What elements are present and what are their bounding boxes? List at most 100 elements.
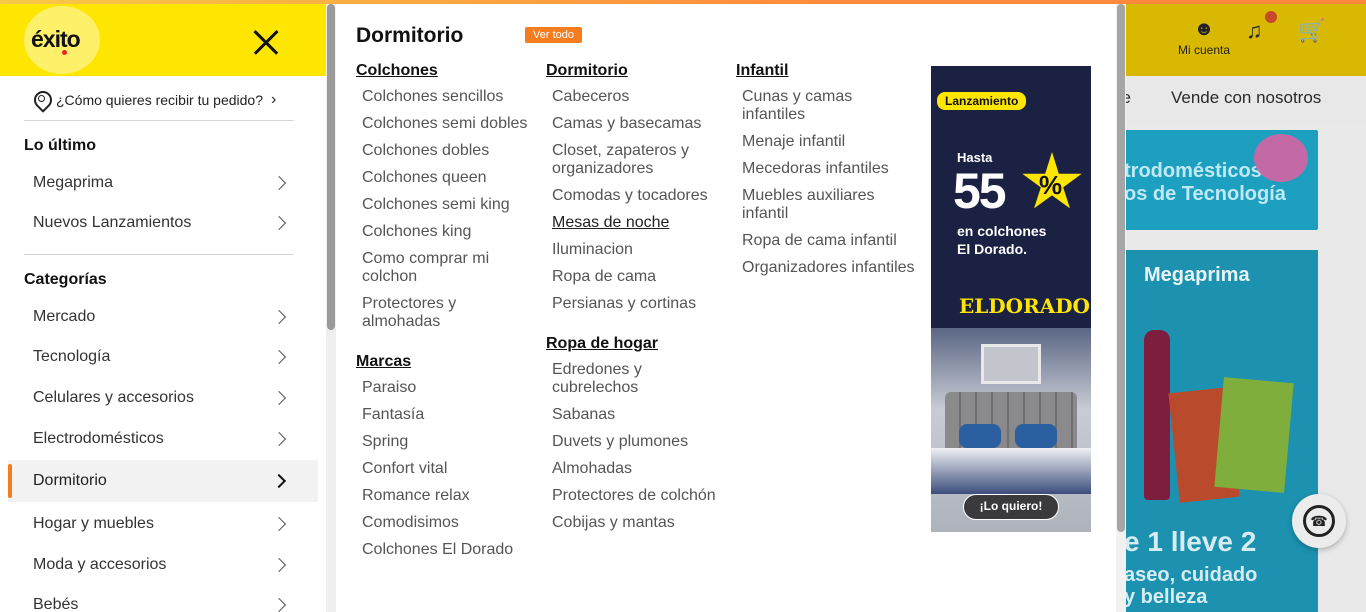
menu-link[interactable]: Colchones semi king [356,196,536,214]
menu-link[interactable]: Comodisimos [356,514,536,532]
menu-link[interactable]: Protectores y almohadas [356,295,536,331]
section-title-categories: Categorías [24,271,107,288]
menu-link[interactable]: Ropa de cama [546,268,726,286]
bell-icon[interactable]: ♫ [1246,18,1263,44]
chevron-right-icon [271,390,287,406]
menu-link[interactable]: Duvets y plumones [546,433,726,451]
eldorado-logo: ELDORADO [959,294,1090,318]
delivery-label: ¿Cómo quieres recibir tu pedido? [56,92,263,108]
wall-frame-image [981,344,1041,384]
banner2-promo: e 1 lleve 2 [1124,526,1257,557]
mattress-image [931,448,1091,494]
menu-column-3: Infantil Cunas y camas infantiles Menaje… [736,62,916,286]
menu-link[interactable]: Cunas y camas infantiles [736,88,916,124]
account-label: Mi cuenta [1177,43,1231,57]
sidebar-item-nuevos-lanzamientos[interactable]: Nuevos Lanzamientos [8,202,318,244]
menu-link[interactable]: Romance relax [356,487,536,505]
menu-link[interactable]: Edredones y cubrelechos [546,361,726,397]
notification-dot [1265,11,1277,23]
menu-link[interactable]: Cobijas y mantas [546,514,726,532]
menu-link[interactable]: Fantasía [356,406,536,424]
close-icon[interactable] [250,26,282,58]
menu-link[interactable]: Mecedoras infantiles [736,160,916,178]
menu-link[interactable]: Menaje infantil [736,133,916,151]
cart-icon[interactable]: 🛒 [1298,18,1325,44]
menu-link[interactable]: Organizadores infantiles [736,259,916,277]
account-button[interactable]: ☻ Mi cuenta [1172,18,1236,59]
background-header: ☻ Mi cuenta ♫ 🛒 [1116,0,1366,76]
user-icon: ☻ [1193,18,1215,40]
menu-link[interactable]: Como comprar mi colchon [356,250,536,286]
menu-link[interactable]: Colchones king [356,223,536,241]
category-sidebar: éxito ¿Cómo quieres recibir tu pedido? ›… [0,0,326,612]
sidebar-item-moda[interactable]: Moda y accesorios [8,544,318,586]
sidebar-item-electrodomesticos[interactable]: Electrodomésticos [8,418,318,460]
sidebar-scrollbar[interactable] [326,4,336,612]
menu-link[interactable]: Colchones El Dorado [356,541,536,559]
chevron-right-icon [271,175,287,191]
panel-scrollbar-thumb[interactable] [1117,4,1125,532]
menu-link[interactable]: Colchones queen [356,169,536,187]
menu-link[interactable]: Spring [356,433,536,451]
nav-item-sell[interactable]: Vende con nosotros [1171,88,1321,108]
divider [24,254,294,255]
menu-link[interactable]: Iluminacion [546,241,726,259]
banner2-promo-sub: aseo, cuidado y belleza [1124,564,1258,608]
menu-link[interactable]: Muebles auxiliares infantil [736,187,916,223]
ad-discount-number: 55 [953,163,1007,219]
chevron-right-icon: › [271,91,277,108]
menu-link[interactable]: Cabeceros [546,88,726,106]
menu-link[interactable]: Colchones dobles [356,142,536,160]
sidebar-item-tecnologia[interactable]: Tecnología [8,336,318,378]
see-all-button[interactable]: Ver todo [525,27,582,43]
menu-link-hovered[interactable]: Mesas de noche [546,214,726,232]
menu-link[interactable]: Ropa de cama infantil [736,232,916,250]
snack-bag-image [1214,377,1294,493]
exito-logo[interactable]: éxito [31,26,81,53]
menu-link[interactable]: Comodas y tocadores [546,187,726,205]
menu-link[interactable]: Sabanas [546,406,726,424]
panel-scrollbar[interactable] [1116,4,1126,612]
sidebar-item-bebes[interactable]: Bebés [8,584,318,612]
group-heading-ropa-de-hogar[interactable]: Ropa de hogar [546,335,726,353]
pillow-image [1015,424,1057,448]
sidebar-item-hogar[interactable]: Hogar y muebles [8,503,318,545]
chevron-right-icon [271,597,287,612]
location-pin-icon [34,91,48,109]
group-heading-colchones[interactable]: Colchones [356,62,536,80]
group-heading-infantil[interactable]: Infantil [736,62,916,80]
logo-dot [62,50,67,55]
menu-link[interactable]: Confort vital [356,460,536,478]
delivery-selector[interactable]: ¿Cómo quieres recibir tu pedido? › [34,88,300,112]
chevron-right-icon [271,431,287,447]
sidebar-scrollbar-thumb[interactable] [327,4,335,330]
group-heading-marcas[interactable]: Marcas [356,353,536,371]
chevron-right-icon [271,557,287,573]
sidebar-item-label: Nuevos Lanzamientos [33,214,192,231]
menu-link[interactable]: Camas y basecamas [546,115,726,133]
banner1-decoration [1254,134,1308,182]
sidebar-item-celulares[interactable]: Celulares y accesorios [8,377,318,419]
sidebar-item-dormitorio[interactable]: Dormitorio [8,460,318,502]
menu-column-1: Colchones Colchones sencillos Colchones … [356,62,536,568]
menu-link[interactable]: Protectores de colchón [546,487,726,505]
menu-link[interactable]: Closet, zapateros y organizadores [546,142,726,178]
menu-link[interactable]: Colchones semi dobles [356,115,536,133]
mattress-ad-banner[interactable]: Lanzamiento Hasta 55 % en colchones El Do… [931,66,1091,532]
menu-link[interactable]: Almohadas [546,460,726,478]
promo-banner-megaprima[interactable]: Megaprima e 1 lleve 2 aseo, cuidado y bel… [1124,250,1318,612]
group-heading-dormitorio[interactable]: Dormitorio [546,62,726,80]
sidebar-item-mercado[interactable]: Mercado [8,296,318,338]
sidebar-item-label: Electrodomésticos [33,430,164,447]
ad-cta-button[interactable]: ¡Lo quiero! [963,494,1059,520]
menu-link[interactable]: Paraiso [356,379,536,397]
menu-link[interactable]: Colchones sencillos [356,88,536,106]
sidebar-item-label: Hogar y muebles [33,515,154,532]
panel-title: Dormitorio [356,24,464,47]
sidebar-header: éxito [0,4,326,76]
menu-link[interactable]: Persianas y cortinas [546,295,726,313]
promo-banner-tech[interactable]: trodomésticos os de Tecnología [1124,130,1318,230]
chevron-right-icon [271,349,287,365]
whatsapp-button[interactable]: ☎ [1292,494,1346,548]
sidebar-item-megaprima[interactable]: Megaprima [8,162,318,204]
